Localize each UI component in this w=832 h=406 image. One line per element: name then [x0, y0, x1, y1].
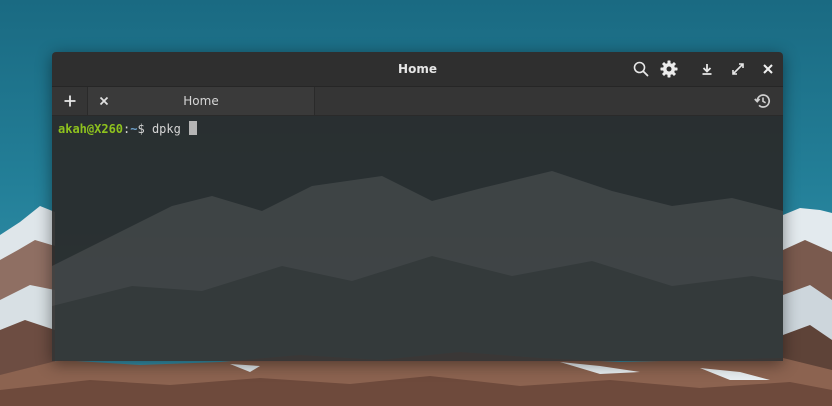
- tab-bar: Home: [52, 87, 783, 116]
- fullscreen-icon: [732, 63, 744, 75]
- command-text: dpkg: [144, 122, 189, 136]
- terminal-area[interactable]: akah@X260:~$ dpkg: [52, 116, 783, 361]
- close-tab-button[interactable]: [94, 91, 114, 111]
- search-button[interactable]: [631, 59, 651, 79]
- prompt-path: ~: [130, 122, 138, 136]
- search-icon: [633, 61, 649, 77]
- history-icon: [754, 94, 771, 108]
- download-icon: [702, 64, 712, 75]
- history-button[interactable]: [753, 91, 773, 111]
- prompt-symbol: $: [137, 122, 145, 136]
- tab-label: Home: [183, 94, 219, 108]
- terminal-window: Home Home akah@X260:~$ dpkg: [52, 52, 783, 361]
- plus-icon: [64, 95, 75, 107]
- terminal-background-image: [52, 116, 783, 361]
- command-line: akah@X260:~$ dpkg: [58, 121, 198, 137]
- fullscreen-button[interactable]: [728, 59, 748, 79]
- settings-button[interactable]: [659, 59, 679, 79]
- prompt-user: akah@X260: [58, 122, 124, 136]
- close-window-button[interactable]: [758, 59, 778, 79]
- tab-home[interactable]: Home: [88, 87, 315, 115]
- new-tab-button[interactable]: [52, 87, 88, 115]
- download-button[interactable]: [697, 59, 717, 79]
- title-bar[interactable]: Home: [52, 52, 783, 87]
- gear-icon: [660, 60, 678, 78]
- close-icon: [99, 96, 109, 106]
- close-icon: [763, 64, 773, 74]
- text-cursor: [189, 121, 198, 135]
